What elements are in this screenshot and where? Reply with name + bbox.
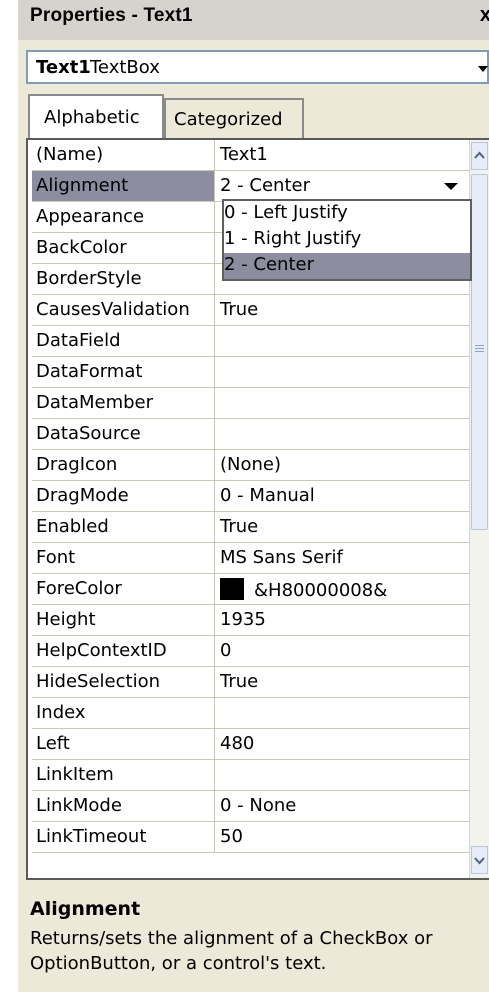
object-selector[interactable]: Text1 TextBox [26, 50, 489, 84]
property-name: Height [32, 605, 215, 635]
property-value[interactable]: 50 [216, 822, 469, 852]
object-name: Text1 [36, 57, 91, 78]
property-value[interactable]: MS Sans Serif [216, 543, 469, 573]
window-title: Properties - Text1 [30, 5, 193, 26]
property-name: DataField [32, 326, 215, 356]
alignment-dropdown-list: 0 - Left Justify 1 - Right Justify 2 - C… [222, 199, 472, 281]
property-row-height[interactable]: Height 1935 [32, 605, 469, 636]
property-value[interactable]: True [216, 667, 469, 697]
property-name: Left [32, 729, 215, 759]
property-value[interactable]: 480 [216, 729, 469, 759]
property-row-font[interactable]: Font MS Sans Serif [32, 543, 469, 574]
chevron-up-icon [474, 151, 485, 159]
chevron-down-icon[interactable] [475, 55, 489, 81]
property-value[interactable]: Text1 [216, 140, 469, 170]
dropdown-option-center[interactable]: 2 - Center [224, 253, 470, 279]
property-name: LinkTimeout [32, 822, 215, 852]
property-name: DragMode [32, 481, 215, 511]
chevron-down-icon[interactable] [439, 174, 463, 198]
property-value[interactable] [216, 760, 469, 790]
property-name: (Name) [32, 140, 215, 170]
grip-icon [475, 345, 484, 346]
property-name: HelpContextID [32, 636, 215, 666]
property-value[interactable]: 0 - Manual [216, 481, 469, 511]
alignment-value-text: 2 - Center [220, 175, 310, 196]
close-icon[interactable]: x [480, 4, 489, 27]
property-value[interactable] [216, 698, 469, 728]
property-row-left[interactable]: Left 480 [32, 729, 469, 760]
property-row-causesvalidation[interactable]: CausesValidation True [32, 295, 469, 326]
property-row-enabled[interactable]: Enabled True [32, 512, 469, 543]
chevron-down-icon [474, 857, 485, 865]
description-text: Returns/sets the alignment of a CheckBox… [30, 928, 433, 974]
vertical-scrollbar[interactable] [469, 140, 489, 878]
property-grid: (Name) Text1 Alignment 2 - Center Appear… [26, 138, 489, 880]
property-name: CausesValidation [32, 295, 215, 325]
property-name: Font [32, 543, 215, 573]
property-row-linktimeout[interactable]: LinkTimeout 50 [32, 822, 469, 853]
property-value[interactable] [216, 326, 469, 356]
property-name: Enabled [32, 512, 215, 542]
tab-categorized[interactable]: Categorized [164, 98, 304, 138]
property-name: LinkItem [32, 760, 215, 790]
property-row-linkitem[interactable]: LinkItem [32, 760, 469, 791]
color-swatch [220, 578, 244, 600]
property-row-dataformat[interactable]: DataFormat [32, 357, 469, 388]
scroll-up-button[interactable] [471, 142, 488, 170]
property-row-dragmode[interactable]: DragMode 0 - Manual [32, 481, 469, 512]
property-row-name[interactable]: (Name) Text1 [32, 140, 469, 171]
property-name: DataSource [32, 419, 215, 449]
property-value[interactable]: True [216, 295, 469, 325]
property-name: BorderStyle [32, 264, 215, 294]
property-value[interactable]: True [216, 512, 469, 542]
description-pane: Alignment Returns/sets the alignment of … [26, 892, 489, 992]
property-value[interactable] [216, 357, 469, 387]
property-value[interactable]: 0 [216, 636, 469, 666]
properties-window: Properties - Text1 x Text1 TextBox Alpha… [18, 0, 489, 992]
property-row-index[interactable]: Index [32, 698, 469, 729]
property-name: DataMember [32, 388, 215, 418]
property-name: DataFormat [32, 357, 215, 387]
description-title: Alignment [30, 898, 141, 920]
property-row-hideselection[interactable]: HideSelection True [32, 667, 469, 698]
property-name: BackColor [32, 233, 215, 263]
scroll-thumb[interactable] [471, 174, 488, 530]
property-name: DragIcon [32, 450, 215, 480]
property-name: LinkMode [32, 791, 215, 821]
property-value[interactable] [216, 419, 469, 449]
property-row-alignment[interactable]: Alignment 2 - Center [32, 171, 469, 202]
title-bar[interactable]: Properties - Text1 x [18, 0, 489, 40]
property-row-forecolor[interactable]: ForeColor &H80000008& [32, 574, 469, 605]
object-type: TextBox [90, 57, 160, 78]
forecolor-value[interactable]: &H80000008& [216, 574, 469, 604]
property-name: Appearance [32, 202, 215, 232]
dropdown-option-right-justify[interactable]: 1 - Right Justify [224, 227, 470, 253]
scroll-down-button[interactable] [471, 846, 488, 874]
property-row-linkmode[interactable]: LinkMode 0 - None [32, 791, 469, 822]
property-row-helpcontextid[interactable]: HelpContextID 0 [32, 636, 469, 667]
property-value[interactable]: 0 - None [216, 791, 469, 821]
dropdown-option-left-justify[interactable]: 0 - Left Justify [224, 201, 470, 227]
property-name: ForeColor [32, 574, 215, 604]
property-value[interactable] [216, 388, 469, 418]
alignment-value-field[interactable]: 2 - Center [216, 171, 469, 201]
property-name: HideSelection [32, 667, 215, 697]
tab-alphabetic[interactable]: Alphabetic [28, 94, 164, 138]
property-row-datafield[interactable]: DataField [32, 326, 469, 357]
property-name: Alignment [32, 171, 215, 201]
property-value[interactable]: (None) [216, 450, 469, 480]
property-row-datamember[interactable]: DataMember [32, 388, 469, 419]
property-name: Index [32, 698, 215, 728]
property-value[interactable]: 1935 [216, 605, 469, 635]
property-row-datasource[interactable]: DataSource [32, 419, 469, 450]
forecolor-value-text: &H80000008& [254, 580, 388, 601]
property-row-dragicon[interactable]: DragIcon (None) [32, 450, 469, 481]
